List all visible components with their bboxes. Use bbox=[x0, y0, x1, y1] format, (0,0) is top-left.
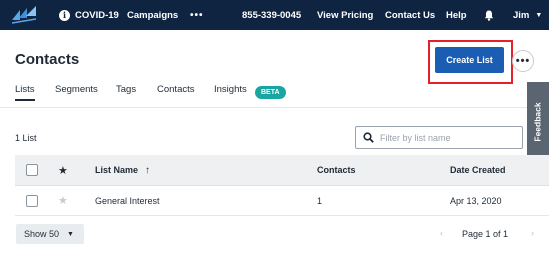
list-name-header-label: List Name bbox=[95, 165, 139, 175]
next-page-button[interactable]: › bbox=[531, 228, 534, 238]
page-indicator: Page 1 of 1 bbox=[462, 229, 509, 239]
sort-ascending-icon: ↑ bbox=[145, 164, 151, 176]
date-created: Apr 13, 2020 bbox=[450, 195, 502, 206]
list-name-header[interactable]: List Name ↑ bbox=[95, 155, 150, 185]
select-all-checkbox[interactable] bbox=[26, 164, 38, 176]
campaigns-link[interactable]: Campaigns bbox=[127, 0, 178, 30]
tabs-divider bbox=[0, 107, 549, 108]
tab-insights[interactable]: Insights bbox=[214, 84, 247, 95]
select-all-cell bbox=[26, 155, 38, 185]
page-size-label: Show 50 bbox=[24, 229, 60, 239]
create-list-button[interactable]: Create List bbox=[435, 47, 504, 73]
chevron-down-icon: ▼ bbox=[535, 11, 543, 19]
user-menu[interactable]: Jim ▼ bbox=[513, 0, 542, 30]
top-nav: i COVID-19 Campaigns ••• 855-339-0045 Vi… bbox=[0, 0, 549, 30]
more-menu-button[interactable]: ••• bbox=[190, 0, 204, 30]
feedback-tab[interactable]: Feedback bbox=[527, 82, 549, 162]
contact-us-link[interactable]: Contact Us bbox=[385, 0, 435, 30]
phone-number: 855-339-0045 bbox=[242, 9, 302, 21]
beta-badge: BETA bbox=[255, 86, 286, 99]
logo-icon[interactable] bbox=[10, 4, 38, 26]
tab-segments[interactable]: Segments bbox=[55, 84, 98, 95]
contacts-header[interactable]: Contacts bbox=[317, 155, 356, 185]
bell-icon bbox=[484, 10, 494, 21]
page-size-select[interactable]: Show 50 ▼ bbox=[16, 224, 84, 244]
covid-label: COVID-19 bbox=[75, 9, 119, 21]
filter-input[interactable] bbox=[380, 132, 510, 143]
view-pricing-link[interactable]: View Pricing bbox=[317, 0, 373, 30]
tab-contacts[interactable]: Contacts bbox=[157, 84, 195, 95]
favorite-star-icon[interactable]: ★ bbox=[58, 186, 68, 215]
row-select-cell bbox=[26, 186, 38, 215]
tab-tags[interactable]: Tags bbox=[116, 84, 136, 95]
table-header: ★ List Name ↑ Contacts Date Created bbox=[15, 155, 549, 186]
list-name[interactable]: General Interest bbox=[95, 186, 160, 215]
search-icon bbox=[363, 132, 374, 143]
table-row[interactable]: ★ General Interest 1 Apr 13, 2020 bbox=[15, 186, 549, 216]
filter-field[interactable] bbox=[355, 126, 523, 149]
contacts-count: 1 bbox=[317, 195, 323, 206]
chevron-down-icon: ▼ bbox=[67, 230, 74, 238]
notifications-button[interactable] bbox=[484, 0, 494, 30]
row-checkbox[interactable] bbox=[26, 194, 38, 207]
tab-lists[interactable]: Lists bbox=[15, 84, 35, 101]
more-actions-button[interactable]: ••• bbox=[512, 50, 534, 72]
user-name: Jim bbox=[513, 9, 530, 21]
date-created-header[interactable]: Date Created bbox=[450, 155, 506, 185]
list-count: 1 List bbox=[15, 133, 37, 143]
feedback-label: Feedback bbox=[533, 102, 543, 142]
help-link[interactable]: Help bbox=[446, 0, 467, 30]
info-icon: i bbox=[59, 9, 70, 21]
star-header-icon[interactable]: ★ bbox=[58, 155, 68, 185]
covid-link[interactable]: i COVID-19 bbox=[59, 0, 119, 30]
previous-page-button[interactable]: ‹ bbox=[440, 228, 443, 238]
page-title: Contacts bbox=[15, 51, 80, 68]
